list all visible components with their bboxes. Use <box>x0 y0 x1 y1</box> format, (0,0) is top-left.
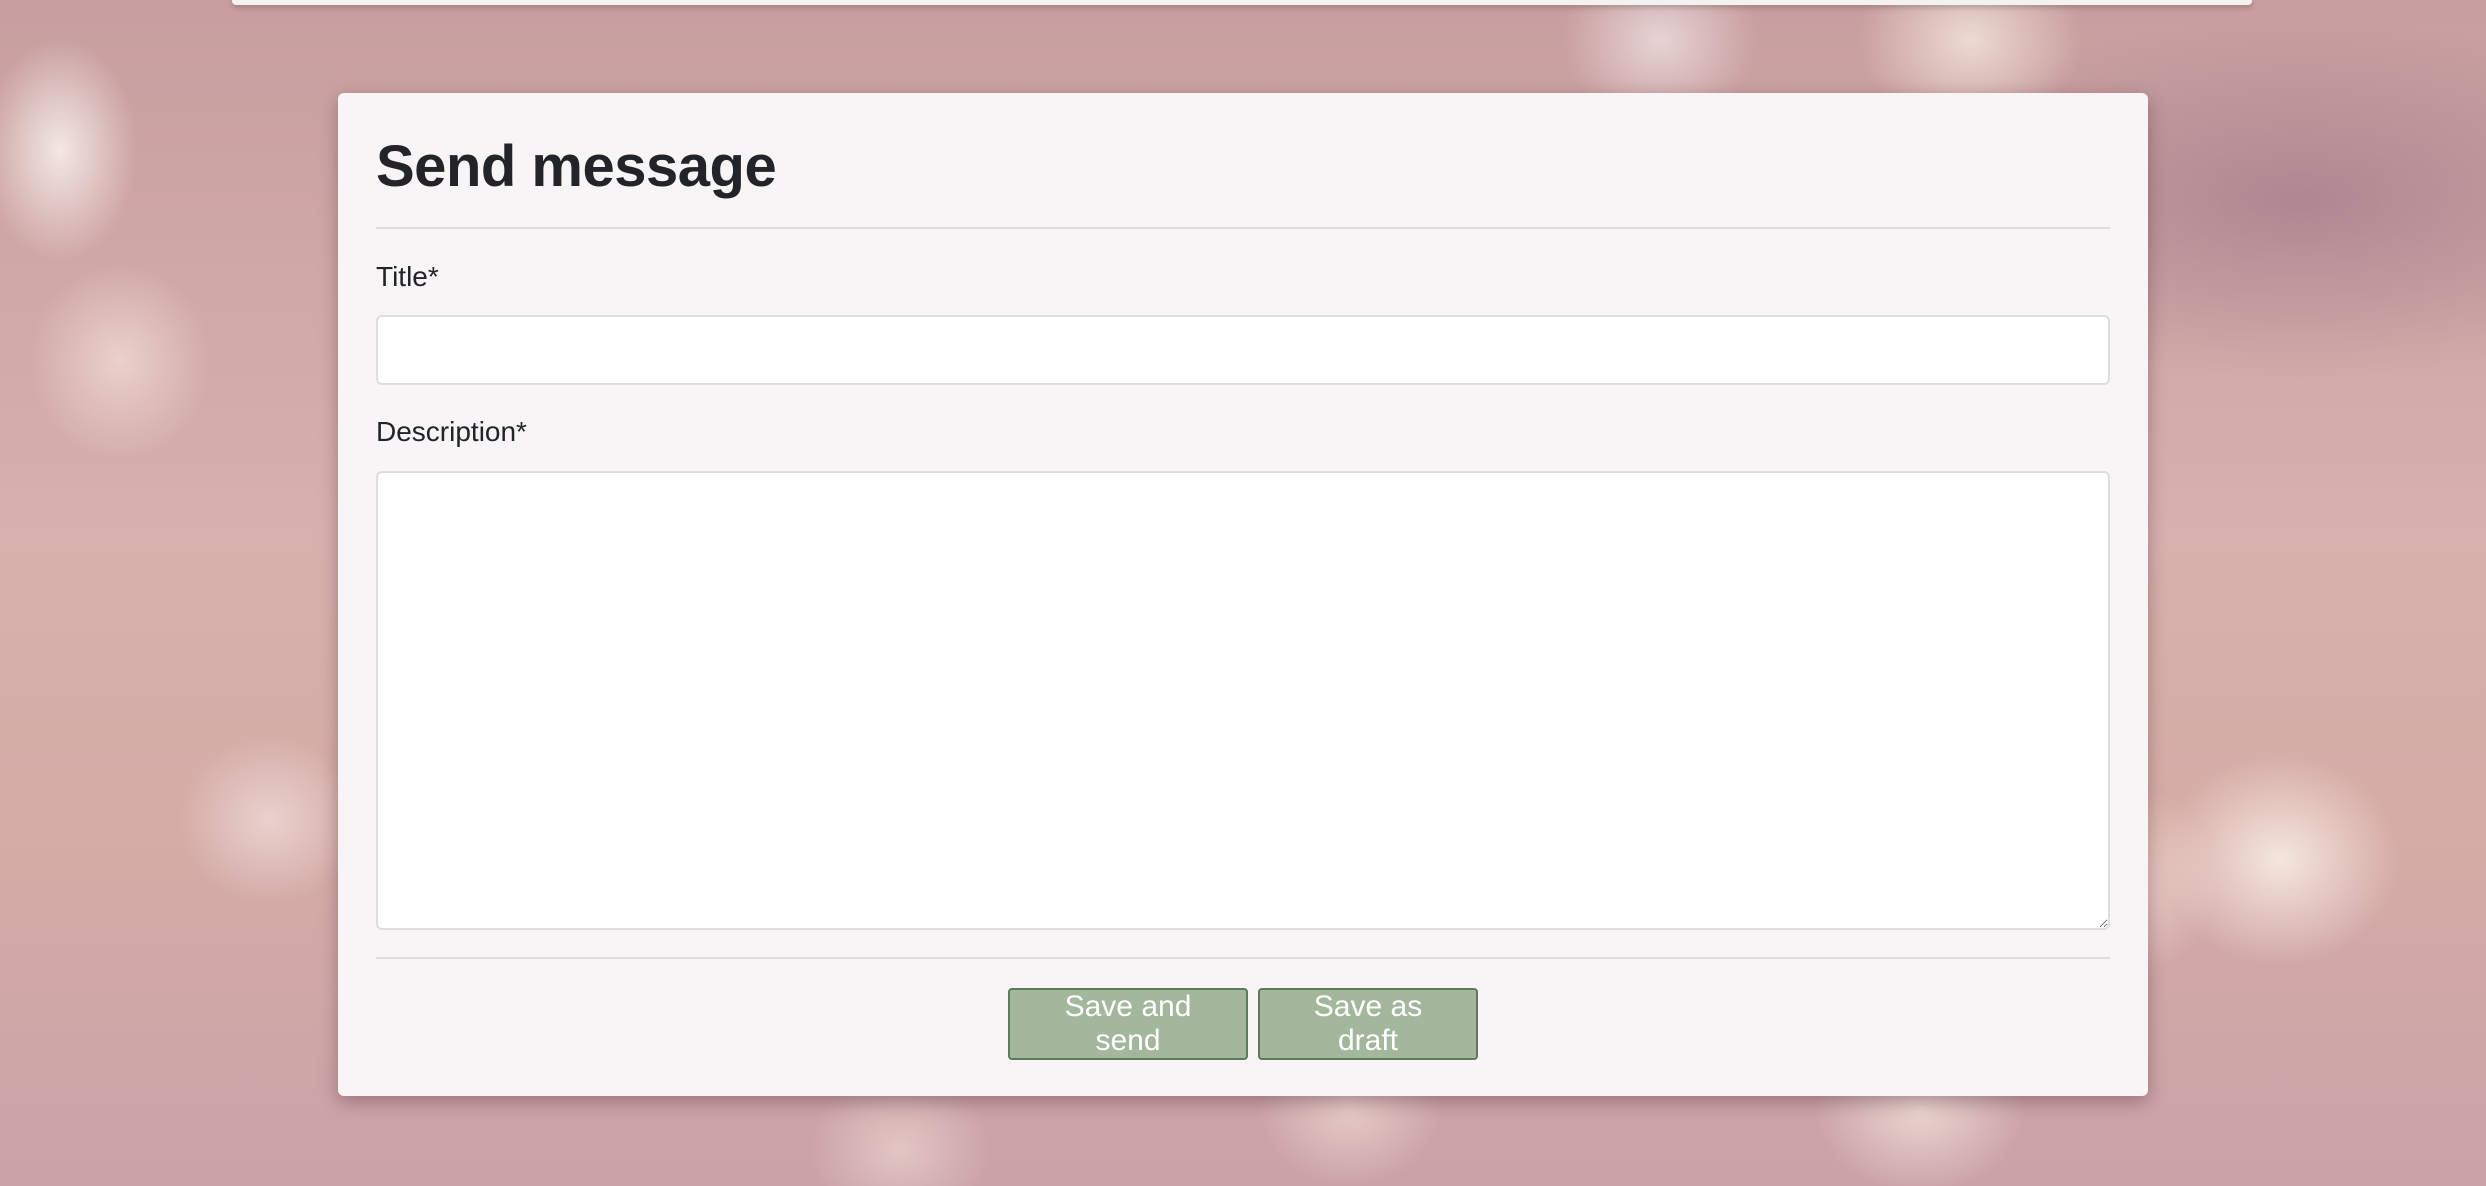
title-input[interactable] <box>376 315 2110 385</box>
title-divider <box>376 227 2110 229</box>
top-header-strip <box>232 0 2252 5</box>
send-message-panel: Send message Title* Description* Save an… <box>338 93 2148 1096</box>
description-field-label: Description* <box>376 416 527 447</box>
form-actions: Save and send Save as draft <box>338 988 2148 1060</box>
save-and-send-button[interactable]: Save and send <box>1008 988 1248 1060</box>
description-textarea[interactable] <box>376 471 2110 930</box>
page-title: Send message <box>376 134 777 199</box>
footer-divider <box>376 957 2110 959</box>
save-as-draft-button[interactable]: Save as draft <box>1258 988 1478 1060</box>
title-field-label: Title* <box>376 261 439 292</box>
